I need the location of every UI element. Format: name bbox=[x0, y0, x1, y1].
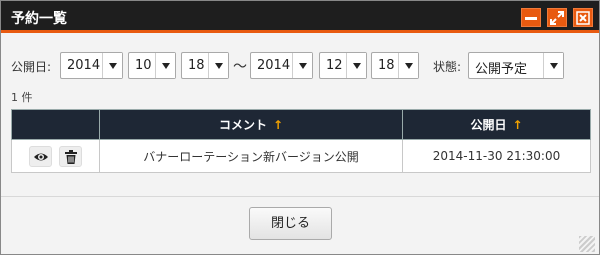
row-actions bbox=[11, 139, 100, 173]
date-header-label: 公開日 bbox=[470, 118, 507, 132]
from-day-select[interactable]: 18 bbox=[181, 52, 229, 79]
reservation-list-dialog: 予約一覧 公開日: 2014 10 18 ～ 2014 12 18 状態: 公開… bbox=[0, 0, 600, 255]
close-window-button[interactable] bbox=[573, 8, 593, 27]
window-title: 予約一覧 bbox=[11, 11, 67, 27]
from-year-select[interactable]: 2014 bbox=[60, 52, 123, 79]
eye-icon bbox=[33, 153, 48, 160]
minimize-button[interactable] bbox=[521, 8, 541, 27]
trash-icon bbox=[65, 149, 78, 164]
view-button[interactable] bbox=[28, 145, 52, 167]
table-header-row: コメント ↑ 公開日 ↑ bbox=[11, 109, 591, 140]
maximize-button[interactable] bbox=[547, 8, 567, 27]
minimize-icon bbox=[525, 17, 537, 20]
to-year-select[interactable]: 2014 bbox=[250, 52, 313, 79]
result-count: 1 件 bbox=[11, 91, 33, 104]
status-label: 状態: bbox=[433, 60, 462, 74]
range-separator: ～ bbox=[233, 59, 247, 75]
close-icon bbox=[576, 11, 590, 25]
delete-button[interactable] bbox=[59, 145, 83, 167]
date-label: 公開日: bbox=[11, 60, 52, 74]
to-month-select[interactable]: 12 bbox=[319, 52, 367, 79]
chevron-down-icon bbox=[346, 53, 366, 78]
footer-divider bbox=[1, 196, 599, 197]
titlebar: 予約一覧 bbox=[1, 1, 599, 33]
chevron-down-icon bbox=[155, 53, 175, 78]
dialog-content: 公開日: 2014 10 18 ～ 2014 12 18 状態: 公開予定 1 … bbox=[1, 36, 599, 254]
sort-asc-icon: ↑ bbox=[272, 118, 284, 132]
chevron-down-icon bbox=[398, 53, 418, 78]
chevron-down-icon bbox=[102, 53, 122, 78]
actions-column-header bbox=[11, 109, 100, 140]
row-date: 2014-11-30 21:30:00 bbox=[402, 139, 591, 173]
comment-header-label: コメント bbox=[218, 118, 267, 132]
status-select[interactable]: 公開予定 bbox=[468, 52, 564, 79]
close-button[interactable]: 閉じる bbox=[249, 207, 332, 240]
row-comment: バナーローテーション新バージョン公開 bbox=[99, 139, 403, 173]
comment-column-header[interactable]: コメント ↑ bbox=[99, 109, 403, 140]
sort-asc-icon: ↑ bbox=[512, 118, 523, 132]
date-column-header[interactable]: 公開日 ↑ bbox=[402, 109, 591, 140]
from-month-select[interactable]: 10 bbox=[128, 52, 176, 79]
resize-grip-icon[interactable] bbox=[579, 236, 595, 252]
chevron-down-icon bbox=[208, 53, 228, 78]
chevron-down-icon bbox=[292, 53, 312, 78]
reservation-table: コメント ↑ 公開日 ↑ バナーローテーション新バージョン公開 2014-11-… bbox=[11, 109, 591, 173]
to-day-select[interactable]: 18 bbox=[371, 52, 419, 79]
chevron-down-icon bbox=[543, 53, 563, 78]
maximize-icon bbox=[550, 11, 564, 25]
table-row: バナーローテーション新バージョン公開 2014-11-30 21:30:00 bbox=[11, 139, 591, 173]
